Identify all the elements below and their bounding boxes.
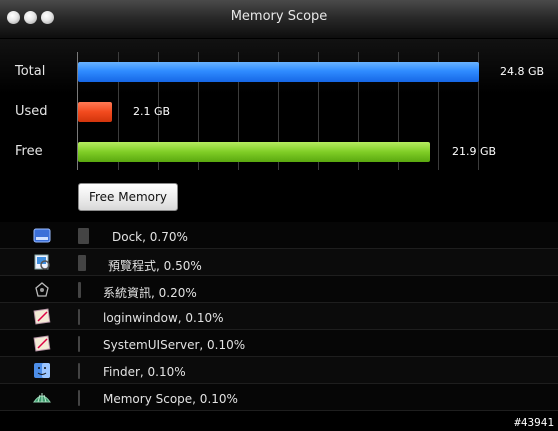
title-bar: Memory Scope	[0, 0, 558, 39]
list-item[interactable]: 系統資訊, 0.20%	[0, 276, 558, 303]
id-tag: #43941	[514, 416, 554, 429]
process-usage-bar	[78, 390, 80, 406]
used-label: Used	[15, 104, 48, 119]
process-usage-bar	[78, 282, 81, 298]
process-label: 預覽程式, 0.50%	[108, 259, 202, 273]
process-usage-bar	[78, 336, 80, 352]
total-bar	[78, 62, 479, 82]
system-information-icon	[35, 282, 49, 297]
list-item[interactable]: Finder, 0.10%	[0, 357, 558, 384]
process-usage-bar	[78, 228, 89, 244]
free-memory-button[interactable]: Free Memory	[78, 183, 178, 211]
dock-icon	[33, 228, 51, 243]
process-label: Memory Scope, 0.10%	[103, 392, 238, 406]
window-title: Memory Scope	[230, 9, 328, 24]
list-item[interactable]: Memory Scope, 0.10%	[0, 384, 558, 411]
process-label: 系統資訊, 0.20%	[103, 286, 197, 300]
total-label: Total	[15, 64, 46, 79]
process-list: Dock, 0.70% 預覽程式, 0.50% 系統資訊, 0.20% logi…	[0, 222, 558, 414]
memory-scope-icon	[33, 393, 51, 403]
process-label: SystemUIServer, 0.10%	[103, 338, 246, 352]
total-value: 24.8 GB	[500, 65, 545, 78]
free-label: Free	[15, 144, 43, 159]
application-icon	[33, 308, 51, 325]
process-label: Dock, 0.70%	[112, 230, 188, 244]
used-value: 2.1 GB	[133, 105, 171, 118]
list-item[interactable]: loginwindow, 0.10%	[0, 303, 558, 330]
list-item[interactable]: Dock, 0.70%	[0, 222, 558, 249]
list-item[interactable]: SystemUIServer, 0.10%	[0, 330, 558, 357]
free-value: 21.9 GB	[452, 145, 497, 158]
free-bar	[78, 142, 430, 162]
process-label: loginwindow, 0.10%	[103, 311, 224, 325]
memory-chart: Total 24.8 GB Used 2.1 GB Free 21.9 GB F…	[0, 39, 558, 221]
used-bar	[78, 102, 112, 122]
process-usage-bar	[78, 309, 80, 325]
process-usage-bar	[78, 363, 80, 379]
process-label: Finder, 0.10%	[103, 365, 186, 379]
application-icon	[33, 335, 51, 352]
process-usage-bar	[78, 255, 86, 271]
list-item[interactable]: 預覽程式, 0.50%	[0, 249, 558, 276]
preview-icon	[34, 254, 50, 270]
finder-icon	[34, 363, 50, 378]
